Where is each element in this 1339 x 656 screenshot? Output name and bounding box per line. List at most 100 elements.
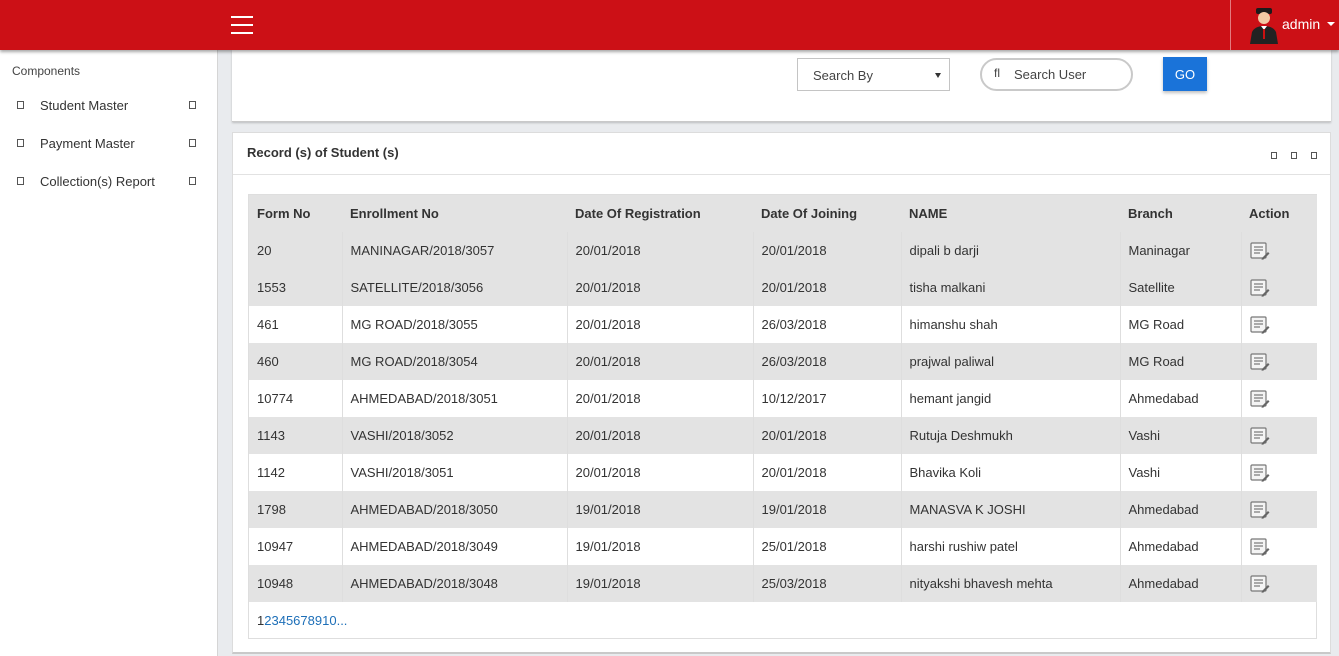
- cell-joining: 25/03/2018: [753, 565, 902, 602]
- column-header[interactable]: Enrollment No: [342, 195, 567, 232]
- edit-record-icon[interactable]: [1249, 278, 1270, 297]
- sidebar-item-student-master[interactable]: Student Master: [0, 91, 217, 121]
- edit-record-icon[interactable]: [1249, 463, 1270, 482]
- cell-joining: 20/01/2018: [753, 417, 902, 454]
- edit-record-icon[interactable]: [1249, 537, 1270, 556]
- expand-icon[interactable]: [189, 139, 196, 147]
- close-icon[interactable]: [1311, 152, 1317, 159]
- cell-name: Rutuja Deshmukh: [901, 417, 1121, 454]
- menu-item-icon: [17, 101, 24, 109]
- student-table: Form No Enrollment No Date Of Registrati…: [248, 194, 1317, 639]
- cell-joining: 10/12/2017: [753, 380, 902, 417]
- cell-branch: Vashi: [1120, 417, 1242, 454]
- column-header[interactable]: Branch: [1120, 195, 1241, 232]
- cell-branch: Ahmedabad: [1120, 528, 1242, 565]
- cell-registration: 19/01/2018: [567, 528, 754, 565]
- cell-registration: 20/01/2018: [567, 232, 754, 269]
- edit-record-icon[interactable]: [1249, 315, 1270, 334]
- search-user-input[interactable]: [1014, 67, 1124, 82]
- cell-action: [1241, 343, 1317, 380]
- divider: [233, 174, 1330, 175]
- edit-record-icon[interactable]: [1249, 500, 1270, 519]
- cell-enrollment-no: MG ROAD/2018/3055: [342, 306, 568, 343]
- user-menu[interactable]: admin: [1230, 0, 1339, 50]
- cell-branch: Satellite: [1120, 269, 1242, 306]
- cell-enrollment-no: SATELLITE/2018/3056: [342, 269, 568, 306]
- edit-record-icon[interactable]: [1249, 574, 1270, 593]
- cell-registration: 20/01/2018: [567, 306, 754, 343]
- cell-enrollment-no: AHMEDABAD/2018/3049: [342, 528, 568, 565]
- table-row: 461 MG ROAD/2018/3055 20/01/2018 26/03/2018…: [249, 306, 1317, 343]
- cell-enrollment-no: AHMEDABAD/2018/3050: [342, 491, 568, 528]
- cell-action: [1241, 491, 1317, 528]
- hamburger-menu-icon[interactable]: [231, 16, 253, 34]
- page-link[interactable]: 3: [271, 613, 278, 628]
- dropdown-arrow-icon: [935, 73, 941, 78]
- expand-icon[interactable]: [189, 101, 196, 109]
- settings-icon[interactable]: [1291, 152, 1297, 159]
- cell-name: MANASVA K JOSHI: [901, 491, 1121, 528]
- cell-branch: Ahmedabad: [1120, 380, 1242, 417]
- page-link[interactable]: 10: [322, 613, 336, 628]
- cell-joining: 25/01/2018: [753, 528, 902, 565]
- panel-title: Record (s) of Student (s): [247, 145, 399, 160]
- search-user-field[interactable]: fl: [980, 58, 1133, 91]
- column-header[interactable]: Date Of Registration: [567, 195, 753, 232]
- sidebar-item-label: Payment Master: [40, 136, 135, 151]
- cell-action: [1241, 380, 1317, 417]
- cell-registration: 20/01/2018: [567, 380, 754, 417]
- cell-action: [1241, 232, 1317, 269]
- table-row: 1143 VASHI/2018/3052 20/01/2018 20/01/2018 R…: [249, 417, 1317, 454]
- cell-form-no: 10948: [249, 565, 343, 602]
- cell-registration: 20/01/2018: [567, 269, 754, 306]
- cell-form-no: 1143: [249, 417, 343, 454]
- menu-item-icon: [17, 177, 24, 185]
- column-header[interactable]: NAME: [901, 195, 1120, 232]
- cell-branch: Maninagar: [1120, 232, 1242, 269]
- edit-record-icon[interactable]: [1249, 426, 1270, 445]
- records-panel: Record (s) of Student (s) Form No Enroll…: [232, 132, 1331, 654]
- panel-tools: [1257, 147, 1317, 162]
- sidebar-item-label: Student Master: [40, 98, 129, 113]
- cell-name: nityakshi bhavesh mehta: [901, 565, 1121, 602]
- page-link[interactable]: 7: [300, 613, 307, 628]
- edit-record-icon[interactable]: [1249, 389, 1270, 408]
- collapse-icon[interactable]: [1271, 152, 1277, 159]
- go-button[interactable]: GO: [1163, 57, 1207, 91]
- menu-item-icon: [17, 139, 24, 147]
- page-link[interactable]: ...: [337, 613, 348, 628]
- cell-name: tisha malkani: [901, 269, 1121, 306]
- expand-icon[interactable]: [189, 177, 196, 185]
- search-panel: Search By fl GO: [232, 50, 1331, 122]
- user-name[interactable]: admin: [1282, 16, 1320, 32]
- cell-name: harshi rushiw patel: [901, 528, 1121, 565]
- cell-name: dipali b darji: [901, 232, 1121, 269]
- page-link[interactable]: 8: [308, 613, 315, 628]
- cell-name: hemant jangid: [901, 380, 1121, 417]
- page-link[interactable]: 4: [279, 613, 286, 628]
- cell-registration: 20/01/2018: [567, 417, 754, 454]
- cell-enrollment-no: VASHI/2018/3052: [342, 417, 568, 454]
- cell-branch: Ahmedabad: [1120, 565, 1242, 602]
- cell-enrollment-no: MG ROAD/2018/3054: [342, 343, 568, 380]
- chevron-down-icon[interactable]: [1327, 22, 1335, 26]
- top-navbar: admin: [0, 0, 1339, 50]
- cell-form-no: 1798: [249, 491, 343, 528]
- user-avatar-icon: [1250, 8, 1278, 44]
- cell-joining: 26/03/2018: [753, 343, 902, 380]
- cell-registration: 20/01/2018: [567, 343, 754, 380]
- cell-form-no: 10947: [249, 528, 343, 565]
- cell-enrollment-no: AHMEDABAD/2018/3051: [342, 380, 568, 417]
- cell-branch: Vashi: [1120, 454, 1242, 491]
- sidebar-item-payment-master[interactable]: Payment Master: [0, 129, 217, 159]
- cell-enrollment-no: MANINAGAR/2018/3057: [342, 232, 568, 269]
- cell-name: prajwal paliwal: [901, 343, 1121, 380]
- edit-record-icon[interactable]: [1249, 352, 1270, 371]
- search-by-select[interactable]: Search By: [797, 58, 950, 91]
- edit-record-icon[interactable]: [1249, 241, 1270, 260]
- column-header[interactable]: Form No: [249, 195, 342, 232]
- sidebar-item-collection-report[interactable]: Collection(s) Report: [0, 167, 217, 197]
- search-icon: fl: [994, 66, 1000, 80]
- column-header[interactable]: Date Of Joining: [753, 195, 901, 232]
- cell-joining: 20/01/2018: [753, 454, 902, 491]
